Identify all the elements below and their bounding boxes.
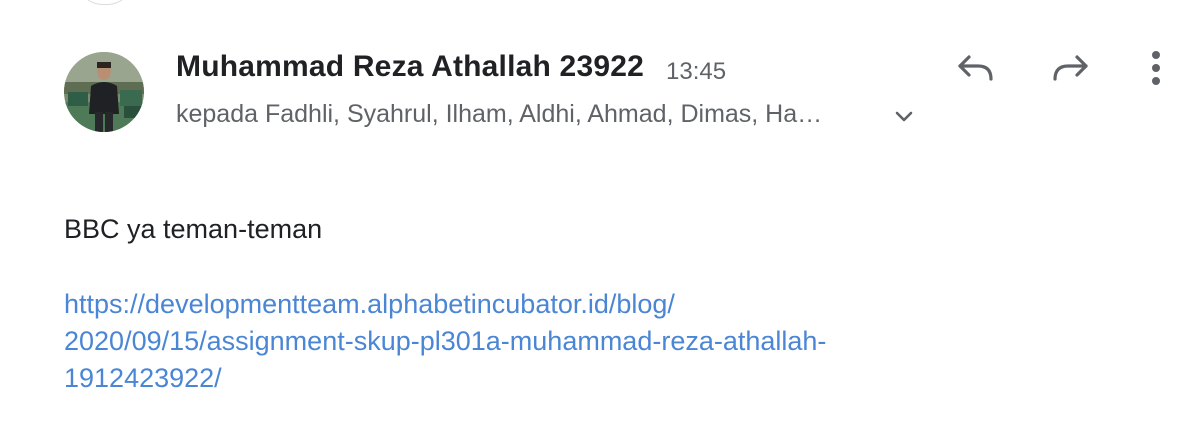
link-line-3: 1912423922/ <box>64 363 222 393</box>
message-body: BBC ya teman-teman <box>64 214 323 244</box>
previous-avatar-fragment <box>76 0 134 5</box>
avatar[interactable] <box>64 52 144 132</box>
message-link[interactable]: https://developmentteam.alphabetincubato… <box>64 286 1124 397</box>
link-line-2: 2020/09/15/assignment-skup-pl301a-muhamm… <box>64 326 827 356</box>
message-time: 13:45 <box>666 58 727 85</box>
email-message-view: Muhammad Reza Athallah 23922 13:45 kepad… <box>0 0 1199 425</box>
forward-button[interactable] <box>1049 46 1093 90</box>
avatar-photo <box>64 52 144 132</box>
reply-button[interactable] <box>953 46 997 90</box>
chevron-down-icon[interactable] <box>891 104 917 130</box>
reply-icon <box>958 55 993 81</box>
recipients-summary[interactable]: kepada Fadhli, Syahrul, Ilham, Aldhi, Ah… <box>176 100 822 129</box>
more-options-button[interactable] <box>1134 46 1178 90</box>
sender-name: Muhammad Reza Athallah 23922 <box>176 50 644 83</box>
more-vert-icon <box>1152 51 1160 85</box>
link-line-1: https://developmentteam.alphabetincubato… <box>64 289 675 319</box>
forward-icon <box>1053 55 1088 81</box>
